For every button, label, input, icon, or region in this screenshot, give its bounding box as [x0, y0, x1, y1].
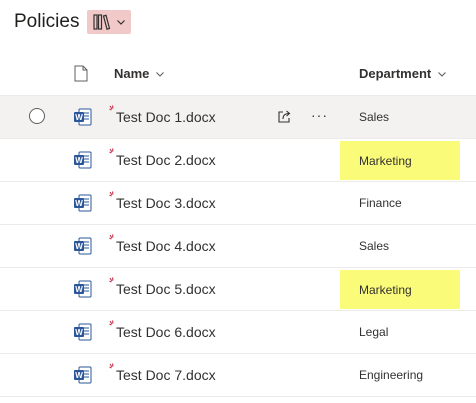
file-name-link[interactable]: Test Doc 2.docx	[116, 152, 216, 168]
chevron-down-icon	[156, 71, 165, 77]
table-row[interactable]: W Test Doc 3.docx Finance	[0, 182, 476, 225]
svg-text:W: W	[75, 285, 83, 294]
table-row[interactable]: W Test Doc 5.docx Marketing	[0, 268, 476, 311]
svg-text:W: W	[75, 156, 83, 165]
department-cell: Marketing	[340, 270, 460, 309]
table-row[interactable]: W Test Doc 4.docx Sales	[0, 225, 476, 268]
department-cell: Legal	[359, 325, 389, 339]
file-name-link[interactable]: Test Doc 4.docx	[116, 238, 216, 254]
word-icon: W	[74, 280, 92, 298]
column-header-department[interactable]: Department	[359, 66, 447, 81]
chevron-down-icon	[117, 20, 125, 25]
file-name-link[interactable]: Test Doc 5.docx	[116, 281, 216, 297]
table-row[interactable]: W Test Doc 2.docx Marketing	[0, 139, 476, 182]
svg-text:W: W	[75, 199, 83, 208]
word-icon: W	[74, 366, 92, 384]
department-cell: Finance	[359, 196, 402, 210]
chevron-down-icon	[438, 71, 447, 77]
share-icon[interactable]	[277, 108, 293, 124]
column-header-name-label: Name	[114, 66, 150, 81]
table-row[interactable]: W Test Doc 1.docx ··· Sales	[0, 96, 476, 139]
word-icon: W	[74, 323, 92, 341]
department-cell: Engineering	[359, 368, 424, 382]
title-bar: Policies	[14, 8, 132, 36]
file-name-link[interactable]: Test Doc 6.docx	[116, 324, 216, 340]
department-cell: Marketing	[340, 141, 460, 180]
svg-text:W: W	[75, 242, 83, 251]
word-icon: W	[74, 194, 92, 212]
column-header-department-label: Department	[359, 66, 432, 81]
file-name-link[interactable]: Test Doc 3.docx	[116, 195, 216, 211]
document-list: W Test Doc 1.docx ··· Sales W Test Doc 2…	[0, 96, 476, 397]
department-cell: Sales	[359, 239, 390, 253]
page-title: Policies	[14, 11, 80, 32]
table-row[interactable]: W Test Doc 6.docx Legal	[0, 311, 476, 354]
svg-text:W: W	[75, 371, 83, 380]
file-name-link[interactable]: Test Doc 1.docx	[116, 109, 216, 125]
file-name-link[interactable]: Test Doc 7.docx	[116, 367, 216, 383]
document-icon	[74, 65, 88, 82]
column-header-name[interactable]: Name	[114, 66, 165, 81]
view-switcher-button[interactable]	[87, 10, 132, 34]
svg-text:W: W	[75, 113, 83, 122]
word-icon: W	[74, 108, 92, 126]
word-icon: W	[74, 151, 92, 169]
svg-text:W: W	[75, 328, 83, 337]
more-options-icon[interactable]: ···	[311, 107, 328, 123]
library-books-icon	[93, 14, 111, 30]
column-header-row: Name Department	[0, 52, 476, 96]
department-cell: Sales	[359, 110, 390, 124]
row-select-radio[interactable]	[29, 108, 45, 124]
table-row[interactable]: W Test Doc 7.docx Engineering	[0, 354, 476, 397]
word-icon: W	[74, 237, 92, 255]
